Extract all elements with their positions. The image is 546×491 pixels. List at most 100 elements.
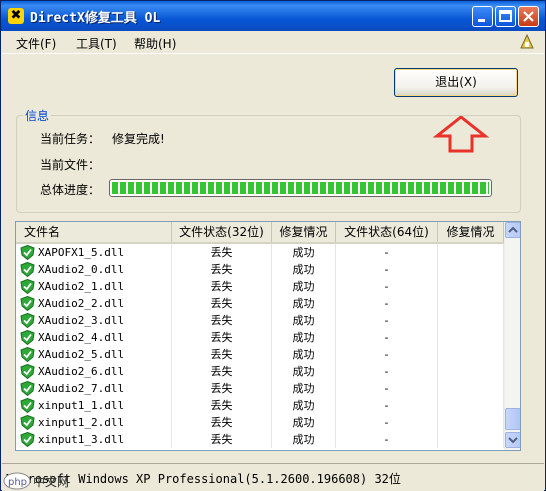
current-task-label: 当前任务： — [40, 132, 101, 146]
cell-filename: XAudio2_2.dll — [16, 295, 172, 312]
cell-repair-64 — [438, 397, 504, 414]
watermark-logo: php 中文网 — [3, 472, 69, 490]
status-bar: Microsoft Windows XP Professional(5.1.26… — [2, 463, 544, 491]
cell-repair-32: 成功 — [272, 346, 336, 363]
menu-help[interactable]: 帮助(H) — [134, 35, 176, 52]
cell-repair-32: 成功 — [272, 397, 336, 414]
table-row[interactable]: XAudio2_3.dll 丢失 成功 - — [16, 312, 504, 329]
svg-text:中文网: 中文网 — [33, 474, 69, 489]
cell-status-64: - — [336, 380, 438, 397]
close-button[interactable] — [518, 6, 539, 27]
cell-filename: XAudio2_6.dll — [16, 363, 172, 380]
table-row[interactable]: XAudio2_0.dll 丢失 成功 - — [16, 261, 504, 278]
svg-text:php: php — [8, 477, 27, 488]
scroll-down-button[interactable] — [505, 432, 520, 448]
cell-filename: XAudio2_5.dll — [16, 346, 172, 363]
cell-repair-64 — [438, 295, 504, 312]
cell-repair-64 — [438, 244, 504, 261]
exit-button[interactable]: 退出(X) — [394, 68, 518, 97]
cell-status-64: - — [336, 397, 438, 414]
table-row[interactable]: xinput1_2.dll 丢失 成功 - — [16, 414, 504, 431]
app-window: ✖ DirectX修复工具 OL 文件(F) 工具(T) 帮助(H) 退出(X)… — [0, 0, 546, 491]
header-filename[interactable]: 文件名 — [16, 222, 172, 242]
cell-status-64: - — [336, 244, 438, 261]
cell-repair-64 — [438, 278, 504, 295]
vertical-scrollbar[interactable] — [504, 222, 520, 450]
chevron-up-icon — [508, 226, 518, 233]
scroll-up-button[interactable] — [505, 222, 520, 238]
current-file-label: 当前文件： — [40, 158, 101, 172]
cell-filename: XAudio2_3.dll — [16, 312, 172, 329]
cell-repair-64 — [438, 346, 504, 363]
cell-status-32: 丢失 — [172, 329, 272, 346]
cell-status-32: 丢失 — [172, 278, 272, 295]
table-row[interactable]: XAudio2_7.dll 丢失 成功 - — [16, 380, 504, 397]
window-title: DirectX修复工具 OL — [30, 11, 161, 26]
cell-filename: xinput1_2.dll — [16, 414, 172, 431]
header-status-32[interactable]: 文件状态(32位) — [172, 222, 272, 242]
cell-filename: XAPOFX1_5.dll — [16, 244, 172, 261]
cell-status-32: 丢失 — [172, 261, 272, 278]
table-row[interactable]: XAudio2_2.dll 丢失 成功 - — [16, 295, 504, 312]
cell-status-32: 丢失 — [172, 346, 272, 363]
cell-status-32: 丢失 — [172, 295, 272, 312]
header-repair-32[interactable]: 修复情况 — [272, 222, 336, 242]
cell-filename: xinput1_3.dll — [16, 431, 172, 448]
cell-repair-32: 成功 — [272, 431, 336, 448]
table-row[interactable]: xinput1_3.dll 丢失 成功 - — [16, 431, 504, 448]
cell-status-32: 丢失 — [172, 431, 272, 448]
cell-status-32: 丢失 — [172, 363, 272, 380]
cell-filename: xinput1_1.dll — [16, 397, 172, 414]
cell-status-32: 丢失 — [172, 312, 272, 329]
title-bar[interactable]: ✖ DirectX修复工具 OL — [1, 1, 545, 31]
cell-filename: XAudio2_1.dll — [16, 278, 172, 295]
cell-repair-64 — [438, 312, 504, 329]
scroll-thumb[interactable] — [505, 408, 520, 430]
cell-repair-32: 成功 — [272, 414, 336, 431]
cell-status-32: 丢失 — [172, 414, 272, 431]
file-list[interactable]: 文件名 文件状态(32位) 修复情况 文件状态(64位) 修复情况 XAPOFX… — [15, 221, 521, 451]
cell-repair-64 — [438, 431, 504, 448]
overall-progress-bar — [109, 179, 492, 197]
cell-repair-32: 成功 — [272, 244, 336, 261]
header-status-64[interactable]: 文件状态(64位) — [336, 222, 438, 242]
help-hint-icon — [520, 34, 534, 49]
cell-status-64: - — [336, 312, 438, 329]
menu-tools[interactable]: 工具(T) — [76, 35, 117, 52]
cell-status-32: 丢失 — [172, 244, 272, 261]
table-row[interactable]: XAudio2_1.dll 丢失 成功 - — [16, 278, 504, 295]
progress-fill — [112, 182, 489, 194]
menu-bar: 文件(F) 工具(T) 帮助(H) — [2, 31, 544, 54]
header-repair-64[interactable]: 修复情况 — [438, 222, 504, 242]
current-task-value: 修复完成! — [112, 132, 165, 146]
maximize-icon — [499, 10, 512, 22]
table-row[interactable]: XAudio2_6.dll 丢失 成功 - — [16, 363, 504, 380]
minimize-icon — [478, 19, 485, 22]
cell-repair-32: 成功 — [272, 295, 336, 312]
cell-repair-32: 成功 — [272, 380, 336, 397]
list-header: 文件名 文件状态(32位) 修复情况 文件状态(64位) 修复情况 — [16, 222, 504, 244]
cell-filename: XAudio2_7.dll — [16, 380, 172, 397]
cell-status-64: - — [336, 295, 438, 312]
cell-repair-64 — [438, 414, 504, 431]
table-row[interactable]: XAPOFX1_5.dll 丢失 成功 - — [16, 244, 504, 261]
cell-repair-32: 成功 — [272, 329, 336, 346]
cell-filename: XAudio2_4.dll — [16, 329, 172, 346]
cell-status-32: 丢失 — [172, 380, 272, 397]
cell-repair-64 — [438, 363, 504, 380]
overall-progress-label: 总体进度： — [40, 183, 101, 197]
cell-status-64: - — [336, 278, 438, 295]
table-row[interactable]: XAudio2_4.dll 丢失 成功 - — [16, 329, 504, 346]
cell-repair-32: 成功 — [272, 278, 336, 295]
cell-status-64: - — [336, 414, 438, 431]
cell-repair-64 — [438, 329, 504, 346]
table-row[interactable]: XAudio2_5.dll 丢失 成功 - — [16, 346, 504, 363]
cell-status-32: 丢失 — [172, 397, 272, 414]
directx-icon: ✖ — [8, 8, 24, 24]
table-row[interactable]: xinput1_1.dll 丢失 成功 - — [16, 397, 504, 414]
maximize-button[interactable] — [495, 6, 516, 27]
menu-file[interactable]: 文件(F) — [16, 35, 56, 52]
cell-status-64: - — [336, 363, 438, 380]
minimize-button[interactable] — [472, 6, 493, 27]
cell-repair-32: 成功 — [272, 261, 336, 278]
